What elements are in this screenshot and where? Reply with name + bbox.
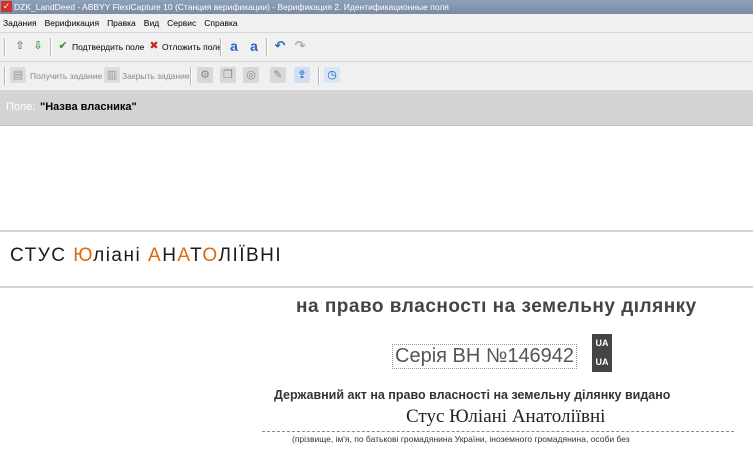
entry-segment: Н [162,245,178,266]
field-caption: Поле: [6,101,36,113]
field-name: "Назва власника" [40,101,137,113]
document-issued-line: Державний акт на право власності на земе… [274,388,671,402]
document-export-icon[interactable]: ⇪ [294,67,310,83]
document-footnote: (прізвище, ім'я, по батькові громадянина… [292,434,630,444]
toolbar-separator [266,38,268,56]
window-title-bar[interactable]: ✓ DZK_LandDeed - ABBYY FlexiCapture 10 (… [0,0,753,14]
arrow-down-icon[interactable]: ⇩ [30,38,46,54]
document-group-icon[interactable]: ❐ [220,67,236,83]
menu-bar: Задания Верификация Правка Вид Сервис Справка [0,14,753,33]
toolbar-separator [50,38,52,56]
menu-view[interactable]: Вид [140,14,163,32]
document-underline [262,431,734,432]
toolbar-separator [4,38,6,56]
confirm-field-button[interactable]: Подтвердить поле [72,33,144,61]
menu-service[interactable]: Сервис [163,14,200,32]
window-title: DZK_LandDeed - ABBYY FlexiCapture 10 (Ст… [14,2,449,12]
menu-tasks[interactable]: Задания [0,14,41,32]
close-task-icon[interactable]: ▥ [104,67,120,83]
confirm-checkmark-icon[interactable]: ✔ [55,38,71,54]
entry-segment: ЛІЇВНІ [218,245,283,266]
undo-icon[interactable]: ↶ [272,38,288,54]
toolbar-separator [318,67,320,85]
search-text-icon[interactable]: a [226,38,242,54]
entry-segment-highlighted: О [202,245,219,266]
document-image-panel[interactable]: на право власності на земельну ділянку С… [0,300,753,458]
get-task-button[interactable]: Получить задание [30,62,102,90]
toolbar-separator [4,67,6,85]
document-view-icon[interactable]: ◎ [243,67,259,83]
menu-help[interactable]: Справка [200,14,241,32]
ua-stamp-top: UA [595,338,609,348]
document-owner-name: Стус Юліані Анатоліївні [406,406,606,427]
entry-segment: СТУС [10,245,74,266]
menu-edit[interactable]: Правка [103,14,140,32]
entry-top-divider [0,230,753,232]
toolbar-separator [220,38,222,56]
field-value-input[interactable]: СТУС Юліані АНАТОЛІЇВНІ [10,245,282,267]
app-logo-icon: ✓ [1,1,12,12]
redo-icon[interactable]: ↷ [292,38,308,54]
document-edit-icon[interactable]: ✎ [270,67,286,83]
postpone-x-icon[interactable]: ✖ [146,38,162,54]
document-settings-icon[interactable]: ⚙ [197,67,213,83]
entry-segment-highlighted: Ю [73,245,94,266]
search-next-icon[interactable]: a [246,38,262,54]
get-task-icon[interactable]: ▤ [10,67,26,83]
postpone-field-button[interactable]: Отложить поле [162,33,222,61]
entry-segment: ліані [93,245,148,266]
ua-stamp-bottom: UA [595,357,609,367]
toolbar-separator [190,67,192,85]
field-header-bar: Поле: "Назва власника" [0,91,753,126]
document-heading: на право власності на земельну ділянку [296,300,697,317]
entry-segment-highlighted: А [177,245,191,266]
ua-stamp: UA UA [592,334,612,372]
arrow-up-icon[interactable]: ⇧ [12,38,28,54]
toolbar-main: ⇧ ⇩ ✔ Подтвердить поле ✖ Отложить поле a… [0,33,753,62]
document-series-number: Серія ВН №146942 [392,344,578,369]
entry-segment-highlighted: А [148,245,163,266]
entry-bottom-divider [0,286,753,288]
close-task-button[interactable]: Закрыть задание [122,62,190,90]
timer-icon[interactable]: ◷ [324,67,340,83]
toolbar-tasks: ▤ Получить задание ▥ Закрыть задание ⚙ ❐… [0,62,753,91]
menu-verification[interactable]: Верификация [41,14,103,32]
entry-segment: Т [190,245,203,266]
